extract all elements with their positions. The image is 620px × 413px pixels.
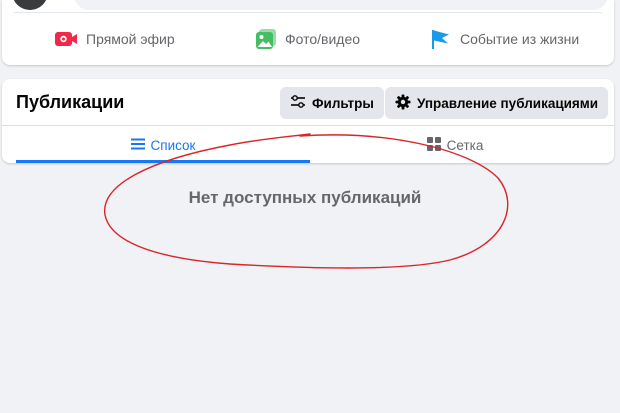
live-video-icon <box>54 30 78 48</box>
composer-input[interactable] <box>74 0 608 10</box>
life-event-label: Событие из жизни <box>460 31 580 47</box>
life-event-button[interactable]: Событие из жизни <box>430 25 579 53</box>
photo-video-label: Фото/видео <box>285 31 361 47</box>
page-title: Публикации <box>16 92 125 112</box>
tab-grid-label: Сетка <box>446 137 484 153</box>
tab-list[interactable]: Список <box>16 129 310 161</box>
post-composer-card: Прямой эфир Фото/видео Событие из жизни <box>2 0 614 65</box>
filters-label: Фильтры <box>312 95 374 111</box>
posts-card: Публикации Фильтры Управление публикация… <box>2 79 614 163</box>
live-video-label: Прямой эфир <box>86 31 175 47</box>
life-event-flag-icon <box>430 28 452 50</box>
manage-posts-label: Управление публикациями <box>417 95 599 111</box>
list-icon <box>130 138 145 153</box>
live-video-button[interactable]: Прямой эфир <box>54 25 175 53</box>
photo-video-button[interactable]: Фото/видео <box>255 25 360 53</box>
gear-icon <box>395 94 411 113</box>
composer-divider <box>14 12 602 13</box>
empty-state-message: Нет доступных публикаций <box>188 188 422 207</box>
photo-video-icon <box>255 28 277 50</box>
tab-grid[interactable]: Сетка <box>310 129 600 161</box>
sliders-icon <box>290 94 306 112</box>
active-tab-indicator <box>16 160 310 163</box>
filters-button[interactable]: Фильтры <box>280 87 384 119</box>
posts-divider <box>2 125 614 126</box>
manage-posts-button[interactable]: Управление публикациями <box>385 87 609 119</box>
avatar[interactable] <box>12 0 48 10</box>
tab-list-label: Список <box>150 137 196 153</box>
grid-icon <box>426 136 441 154</box>
